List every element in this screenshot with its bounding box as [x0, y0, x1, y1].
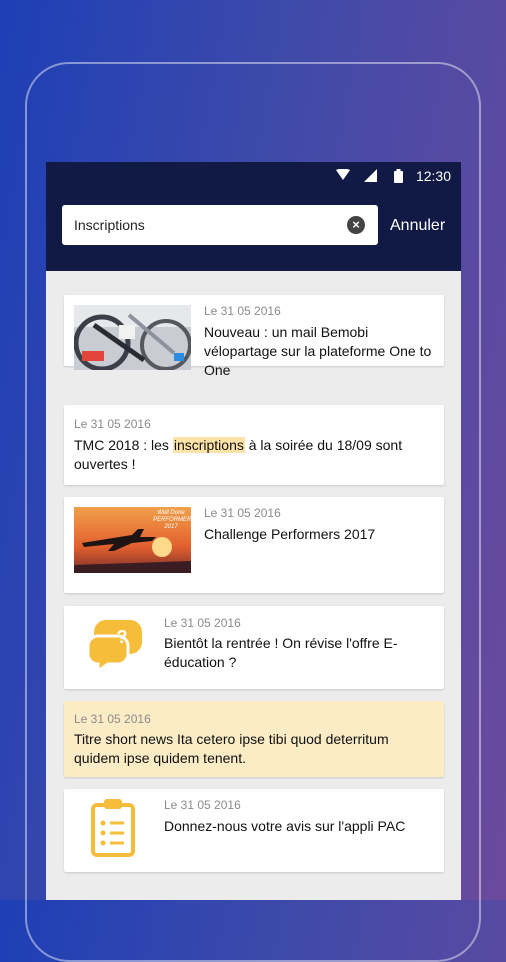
- news-title: Nouveau : un mail Bemobi vélopartage sur…: [204, 324, 432, 378]
- news-date: Le 31 05 2016: [164, 616, 241, 630]
- search-input[interactable]: Inscriptions ×: [62, 205, 378, 245]
- news-title: Donnez-nous votre avis sur l'appli PAC: [164, 818, 406, 834]
- news-date: Le 31 05 2016: [74, 712, 151, 726]
- news-card[interactable]: ? Le 31 05 2016 Bientôt la rentrée ! On …: [64, 606, 444, 689]
- status-time: 12:30: [415, 168, 451, 184]
- news-title: Challenge Performers 2017: [204, 526, 376, 542]
- short-news-card[interactable]: Le 31 05 2016 Titre short news Ita ceter…: [64, 701, 444, 777]
- news-card[interactable]: Well Done PERFORMERS 2017 Le 31 05 2016 …: [64, 497, 444, 593]
- airplane-sunset-photo: Well Done PERFORMERS 2017: [74, 507, 191, 573]
- news-title: TMC 2018 : les inscriptions à la soirée …: [74, 437, 403, 472]
- clear-icon[interactable]: ×: [347, 216, 365, 234]
- photo-caption: Well Done PERFORMERS 2017: [153, 510, 191, 530]
- battery-icon: [394, 169, 403, 183]
- signal-icon: [364, 169, 377, 182]
- news-title: Titre short news Ita cetero ipse tibi qu…: [74, 731, 389, 766]
- news-date: Le 31 05 2016: [204, 304, 281, 318]
- search-value[interactable]: Inscriptions: [74, 217, 145, 233]
- news-card[interactable]: Le 31 05 2016 TMC 2018 : les inscription…: [64, 405, 444, 485]
- news-date: Le 31 05 2016: [204, 506, 281, 520]
- question-chat-icon: ?: [86, 616, 144, 677]
- status-bar: 12:30: [46, 162, 461, 190]
- wifi-icon: [336, 169, 350, 180]
- search-highlight: inscriptions: [172, 437, 245, 453]
- cancel-button[interactable]: Annuler: [390, 217, 445, 235]
- bike-photo: [74, 305, 191, 370]
- news-card[interactable]: Le 31 05 2016 Nouveau : un mail Bemobi v…: [64, 295, 444, 378]
- app-screen: 12:30 Inscriptions × Annuler Le 31 05 20…: [46, 162, 461, 900]
- news-card[interactable]: Le 31 05 2016 Donnez-nous votre avis sur…: [64, 789, 444, 872]
- app-bar: 12:30 Inscriptions × Annuler: [46, 162, 461, 271]
- clipboard-survey-icon: [90, 797, 136, 862]
- svg-text:?: ?: [117, 627, 128, 647]
- news-date: Le 31 05 2016: [164, 798, 241, 812]
- news-date: Le 31 05 2016: [74, 417, 151, 431]
- news-title: Bientôt la rentrée ! On révise l'offre E…: [164, 635, 398, 670]
